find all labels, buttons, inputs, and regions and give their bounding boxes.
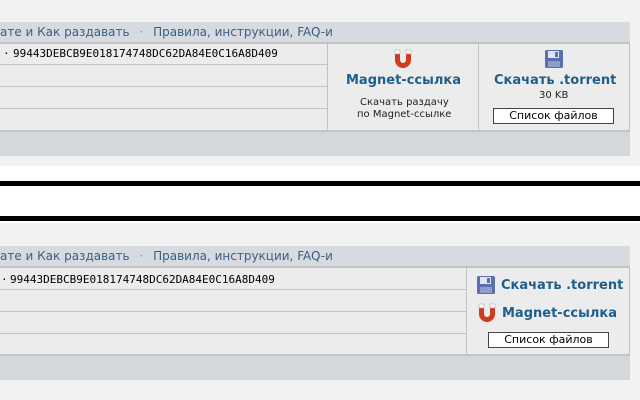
top-footer-bar [0, 131, 630, 156]
top-row-divider-3 [0, 108, 327, 109]
bottom-row-divider-3 [0, 333, 466, 334]
bottom-row-divider-1 [0, 289, 466, 290]
top-header-separator: · [139, 25, 144, 39]
top-download-torrent-link[interactable]: Скачать .torrent [494, 73, 616, 88]
bottom-header-separator: · [139, 249, 144, 263]
top-info-hash: 99443DEBCB9E018174748DC62DA84E0C16A8D409 [13, 47, 278, 60]
top-col-separator-1 [327, 43, 328, 131]
magnet-icon[interactable] [476, 302, 498, 324]
bottom-info-hash: 99443DEBCB9E018174748DC62DA84E0C16A8D409 [10, 273, 275, 286]
bottom-footer-bar [0, 355, 630, 380]
top-magnet-desc-line2: по Magnet-ссылке [357, 109, 452, 120]
top-row-divider-1 [0, 64, 327, 65]
top-torrent-size: 30 KB [539, 90, 569, 101]
bottom-header-link-seeding[interactable]: ате и Как раздавать [0, 249, 130, 263]
top-header-bar: ате и Как раздавать · Правила, инструкци… [0, 22, 630, 43]
top-row-divider-2 [0, 86, 327, 87]
bottom-hash-bullet: · [1, 273, 8, 286]
floppy-disk-icon[interactable] [544, 49, 564, 69]
top-file-list-button[interactable]: Список файлов [493, 108, 614, 124]
bottom-header-link-rules[interactable]: Правила, инструкции, FAQ-и [153, 249, 333, 263]
top-hash-bullet: · [3, 47, 10, 60]
divider-top-line [0, 181, 640, 186]
bottom-row-divider-2 [0, 311, 466, 312]
top-magnet-link[interactable]: Magnet-ссылка [346, 73, 461, 88]
top-magnet-desc-line1: Скачать раздачу [360, 97, 449, 108]
bottom-header-bar: ате и Как раздавать · Правила, инструкци… [0, 246, 630, 267]
top-header-link-rules[interactable]: Правила, инструкции, FAQ-и [153, 25, 333, 39]
bottom-magnet-link[interactable]: Magnet-ссылка [502, 306, 617, 321]
bottom-col-separator [466, 267, 467, 355]
floppy-disk-icon[interactable] [476, 275, 496, 295]
divider-bottom-line [0, 216, 640, 221]
magnet-icon[interactable] [392, 48, 414, 70]
bottom-file-list-button[interactable]: Список файлов [488, 332, 609, 348]
top-header-link-seeding[interactable]: ате и Как раздавать [0, 25, 130, 39]
bottom-download-torrent-link[interactable]: Скачать .torrent [501, 278, 623, 293]
top-col-separator-2 [478, 43, 479, 131]
